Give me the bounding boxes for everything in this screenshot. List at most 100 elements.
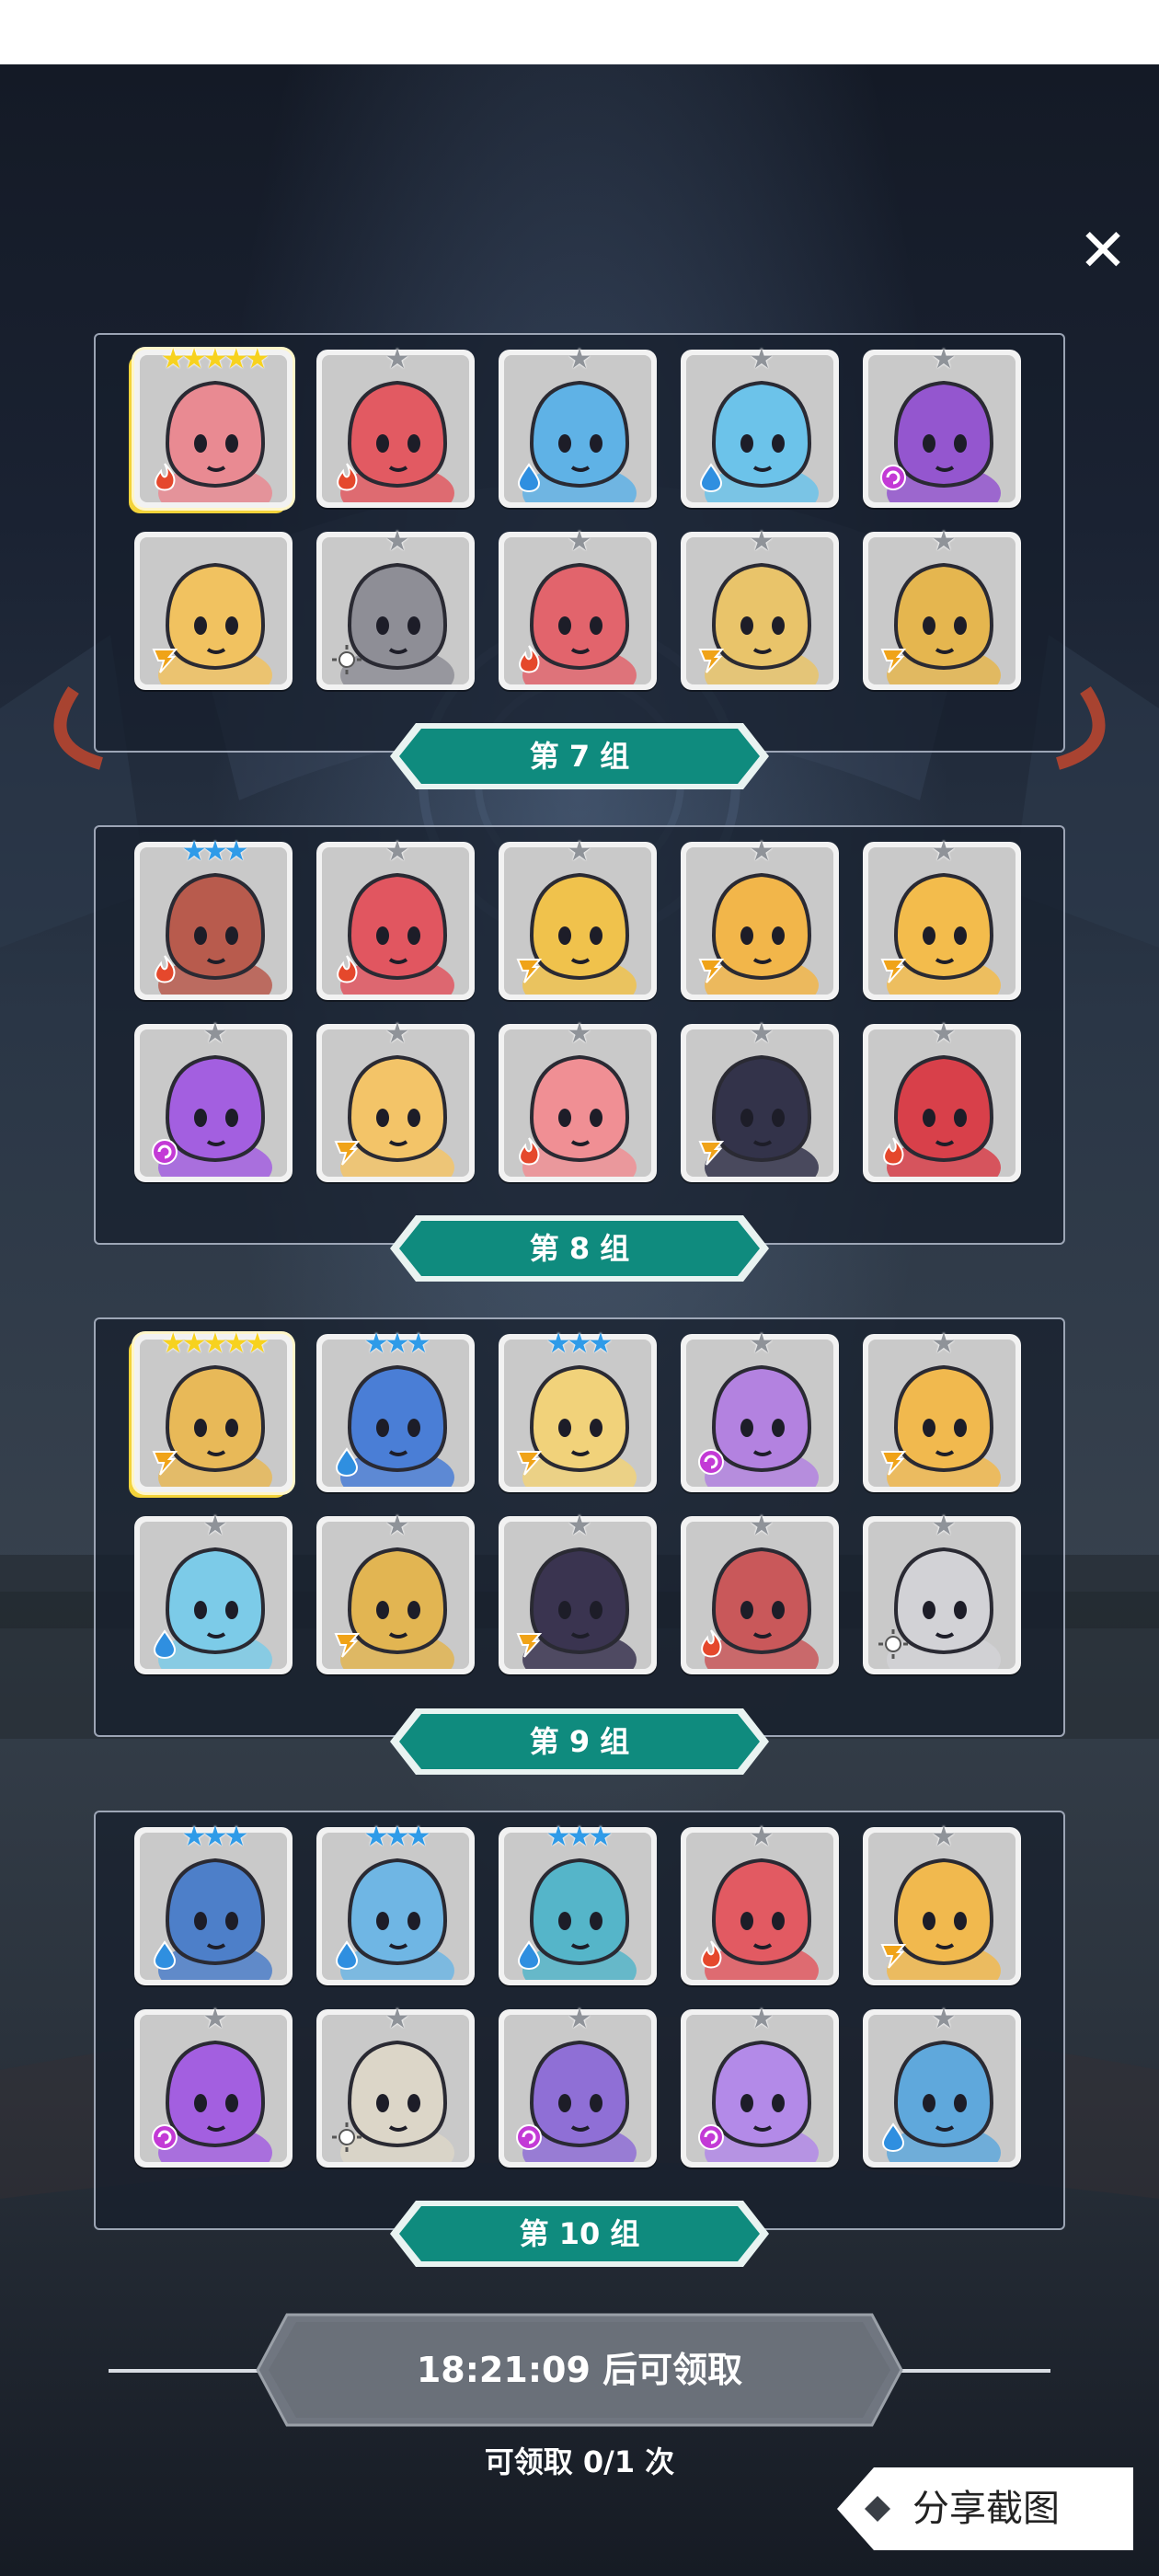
fire-element-icon <box>701 1629 722 1658</box>
close-icon[interactable]: ✕ <box>1074 222 1131 281</box>
hero-star-rating: ★ <box>202 1510 228 1542</box>
hero-portrait-frame <box>322 355 469 502</box>
hero-card-gold-skull[interactable]: ★ <box>863 838 1021 1000</box>
hero-portrait-frame <box>504 1029 651 1177</box>
hero-star-rating: ★ <box>749 1328 775 1360</box>
hero-card-red-fluff[interactable]: ★ <box>316 346 475 508</box>
hero-card-blue-cyclops[interactable]: ★★★ <box>499 1823 657 1985</box>
hero-card-gold-cactus[interactable]: ★ <box>863 1330 1021 1492</box>
hero-portrait-frame <box>140 537 287 684</box>
hero-star-rating: ★★★ <box>181 835 249 868</box>
hero-card-gold-skull-bandana[interactable]: ★ <box>681 838 839 1000</box>
lightning-element-icon <box>880 1944 907 1969</box>
lightning-element-icon <box>516 1633 543 1658</box>
hero-card-blue-wizard[interactable]: ★★★ <box>316 1330 475 1492</box>
hero-card-blue-unicorn[interactable]: ★★★ <box>316 1823 475 1985</box>
hero-card-red-tree[interactable]: ★ <box>316 838 475 1000</box>
hero-portrait-frame <box>686 2015 833 2162</box>
hero-card-dark-cat[interactable]: ★ <box>681 1020 839 1182</box>
hero-card-red-golem[interactable]: ★★★★★ <box>134 346 293 508</box>
hero-star-rating: ★★★ <box>545 1328 614 1360</box>
hero-card-knight-boy[interactable]: ★ <box>316 528 475 690</box>
hero-portrait-frame <box>686 1029 833 1177</box>
hero-card-fox-girl[interactable]: ★ <box>316 1020 475 1182</box>
dark-element-icon <box>152 1139 178 1165</box>
group-label-text: 第 7 组 <box>529 739 630 774</box>
hero-card-golden-bear[interactable] <box>134 532 293 690</box>
fire-element-icon <box>337 955 358 983</box>
hero-star-rating: ★ <box>931 1821 957 1853</box>
light-element-icon <box>332 2122 361 2152</box>
hero-card-winged-paladin[interactable]: ★ <box>681 528 839 690</box>
hero-card-blue-ribbon-girl[interactable]: ★ <box>499 346 657 508</box>
hero-portrait-frame <box>504 1340 651 1487</box>
hero-star-rating: ★ <box>567 1510 592 1542</box>
fire-element-icon <box>155 955 176 983</box>
group-label-text: 第 10 组 <box>519 2216 640 2251</box>
hero-star-rating: ★ <box>931 1510 957 1542</box>
hero-card-purple-skull[interactable]: ★ <box>134 1020 293 1182</box>
fire-element-icon <box>701 1940 722 1969</box>
hero-card-red-moai[interactable]: ★ <box>499 528 657 690</box>
hero-card-blue-paladin[interactable]: ★ <box>863 2006 1021 2168</box>
claim-divider-right <box>894 2369 1050 2373</box>
hero-star-rating: ★★★ <box>181 1821 249 1853</box>
light-element-icon <box>332 645 361 674</box>
hero-card-dark-hair-girl[interactable]: ★ <box>499 1512 657 1674</box>
claim-divider-left <box>109 2369 265 2373</box>
claim-button[interactable]: 18:21:09 后可领取 <box>256 2313 903 2427</box>
dark-element-icon <box>152 2124 178 2150</box>
water-element-icon <box>517 1940 541 1971</box>
hero-star-rating: ★ <box>749 1018 775 1050</box>
hero-card-blue-mummy[interactable]: ★★★ <box>134 1823 293 1985</box>
hero-portrait-frame <box>322 537 469 684</box>
hero-card-tribal-shield[interactable]: ★★★ <box>134 838 293 1000</box>
group-label-banner: 第 10 组 <box>388 2199 771 2269</box>
hero-star-rating: ★ <box>749 835 775 868</box>
dark-element-icon <box>880 465 906 490</box>
lightning-element-icon <box>334 1141 361 1166</box>
hero-portrait-frame <box>868 355 1016 502</box>
hero-portrait-frame <box>322 1522 469 1669</box>
hero-card-purple-mummy[interactable]: ★ <box>681 1330 839 1492</box>
group-label-text: 第 9 组 <box>529 1724 630 1759</box>
hero-card-blue-cactus[interactable]: ★ <box>681 346 839 508</box>
hero-card-gold-priestess[interactable]: ★★★ <box>499 1330 657 1492</box>
hero-portrait-frame <box>504 1522 651 1669</box>
group-label-banner: 第 9 组 <box>388 1707 771 1777</box>
hero-portrait-frame <box>140 1340 287 1487</box>
hero-card-purple-skull-2[interactable]: ★ <box>134 2006 293 2168</box>
hero-star-rating: ★ <box>931 1328 957 1360</box>
fire-element-icon <box>519 1137 540 1166</box>
hero-portrait-frame <box>140 1029 287 1177</box>
hero-card-purple-knight[interactable]: ★ <box>499 2006 657 2168</box>
hero-card-gold-wizard[interactable]: ★★★★★ <box>134 1330 293 1492</box>
hero-portrait-frame <box>686 355 833 502</box>
share-screenshot-button[interactable]: 分享截图 <box>837 2467 1133 2550</box>
hero-star-rating: ★★★ <box>363 1328 431 1360</box>
hero-card-flower-girl[interactable]: ★ <box>499 1020 657 1182</box>
hero-card-silver-paladin[interactable]: ★ <box>863 1512 1021 1674</box>
hero-card-gold-helm-boy[interactable]: ★ <box>316 1512 475 1674</box>
hero-portrait-frame <box>868 1340 1016 1487</box>
lightning-element-icon <box>152 1451 178 1476</box>
hero-star-rating: ★ <box>749 1821 775 1853</box>
hero-card-purple-chomper[interactable]: ★ <box>863 346 1021 508</box>
hero-card-purple-flower-girl[interactable]: ★ <box>681 2006 839 2168</box>
hero-portrait-frame <box>504 537 651 684</box>
hero-card-gold-cactus-2[interactable]: ★ <box>863 1823 1021 1985</box>
hero-portrait-frame <box>686 537 833 684</box>
hero-card-red-chest[interactable]: ★ <box>863 1020 1021 1182</box>
hero-card-red-fluff-2[interactable]: ★ <box>681 1823 839 1985</box>
hero-card-sun-chomper[interactable]: ★ <box>499 838 657 1000</box>
hero-card-red-knight[interactable]: ★ <box>681 1512 839 1674</box>
hero-star-rating: ★ <box>931 835 957 868</box>
hero-portrait-frame <box>322 1029 469 1177</box>
hero-card-sun-mask[interactable]: ★ <box>863 528 1021 690</box>
lightning-element-icon <box>880 649 907 673</box>
hero-card-blue-cat-girl[interactable]: ★ <box>134 1512 293 1674</box>
hero-card-shell-helm[interactable]: ★ <box>316 2006 475 2168</box>
hero-portrait-frame <box>322 847 469 995</box>
lightning-element-icon <box>334 1633 361 1658</box>
hero-star-rating: ★★★★★ <box>160 1328 270 1360</box>
